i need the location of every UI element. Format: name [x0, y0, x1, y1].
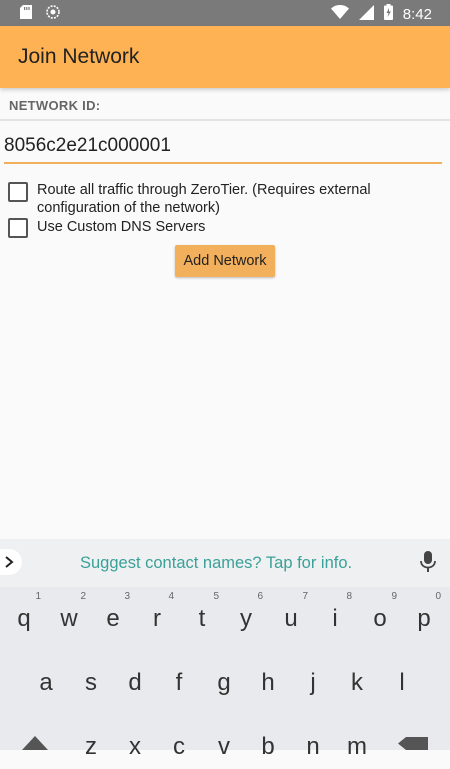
sd-card-icon: [20, 5, 32, 24]
key-d[interactable]: d: [115, 661, 155, 705]
key-n[interactable]: n: [293, 725, 333, 769]
key-m[interactable]: m: [337, 725, 377, 769]
key-o[interactable]: 9o: [360, 591, 400, 641]
custom-dns-label: Use Custom DNS Servers: [37, 219, 206, 235]
key-h[interactable]: h: [248, 661, 288, 705]
key-u[interactable]: 7u: [271, 591, 311, 641]
route-all-label: Route all traffic through ZeroTier. (Req…: [37, 182, 371, 216]
app-bar: Join Network: [0, 26, 450, 88]
signal-icon: [358, 4, 374, 24]
key-s[interactable]: s: [71, 661, 111, 705]
key-p[interactable]: 0p: [404, 591, 444, 641]
key-y[interactable]: 6y: [226, 591, 266, 641]
clock-text: 8:42: [402, 5, 432, 23]
key-l[interactable]: l: [382, 661, 422, 705]
custom-dns-row[interactable]: Use Custom DNS Servers: [8, 218, 205, 238]
key-v[interactable]: v: [204, 725, 244, 769]
key-f[interactable]: f: [159, 661, 199, 705]
key-t[interactable]: 5t: [182, 591, 222, 641]
sync-icon: [46, 5, 60, 24]
route-all-row[interactable]: Route all traffic through ZeroTier. (Req…: [8, 181, 428, 217]
route-all-checkbox[interactable]: [8, 182, 28, 202]
status-bar: 8:42: [0, 0, 450, 26]
add-network-button[interactable]: Add Network: [175, 245, 275, 277]
key-r[interactable]: 4r: [137, 591, 177, 641]
suggestion-text[interactable]: Suggest contact names? Tap for info.: [80, 554, 352, 573]
key-e[interactable]: 3e: [93, 591, 133, 641]
key-z[interactable]: z: [71, 725, 111, 769]
key-q[interactable]: 1q: [4, 591, 44, 641]
network-id-label: NETWORK ID:: [9, 98, 101, 113]
network-id-input[interactable]: [4, 132, 442, 164]
key-g[interactable]: g: [204, 661, 244, 705]
key-k[interactable]: k: [337, 661, 377, 705]
battery-icon: [383, 4, 393, 24]
microphone-icon[interactable]: [420, 551, 436, 578]
divider: [0, 119, 450, 121]
custom-dns-checkbox[interactable]: [8, 218, 28, 238]
wifi-icon: [330, 5, 349, 23]
key-a[interactable]: a: [26, 661, 66, 705]
page-title: Join Network: [18, 45, 140, 68]
key-i[interactable]: 8i: [315, 591, 355, 641]
expand-arrow-icon[interactable]: [0, 549, 22, 575]
key-w[interactable]: 2w: [49, 591, 89, 641]
suggestion-bar[interactable]: Suggest contact names? Tap for info.: [0, 539, 450, 587]
key-j[interactable]: j: [293, 661, 333, 705]
key-x[interactable]: x: [115, 725, 155, 769]
shift-icon[interactable]: [22, 736, 48, 755]
key-c[interactable]: c: [159, 725, 199, 769]
key-b[interactable]: b: [248, 725, 288, 769]
backspace-icon[interactable]: [398, 737, 428, 755]
